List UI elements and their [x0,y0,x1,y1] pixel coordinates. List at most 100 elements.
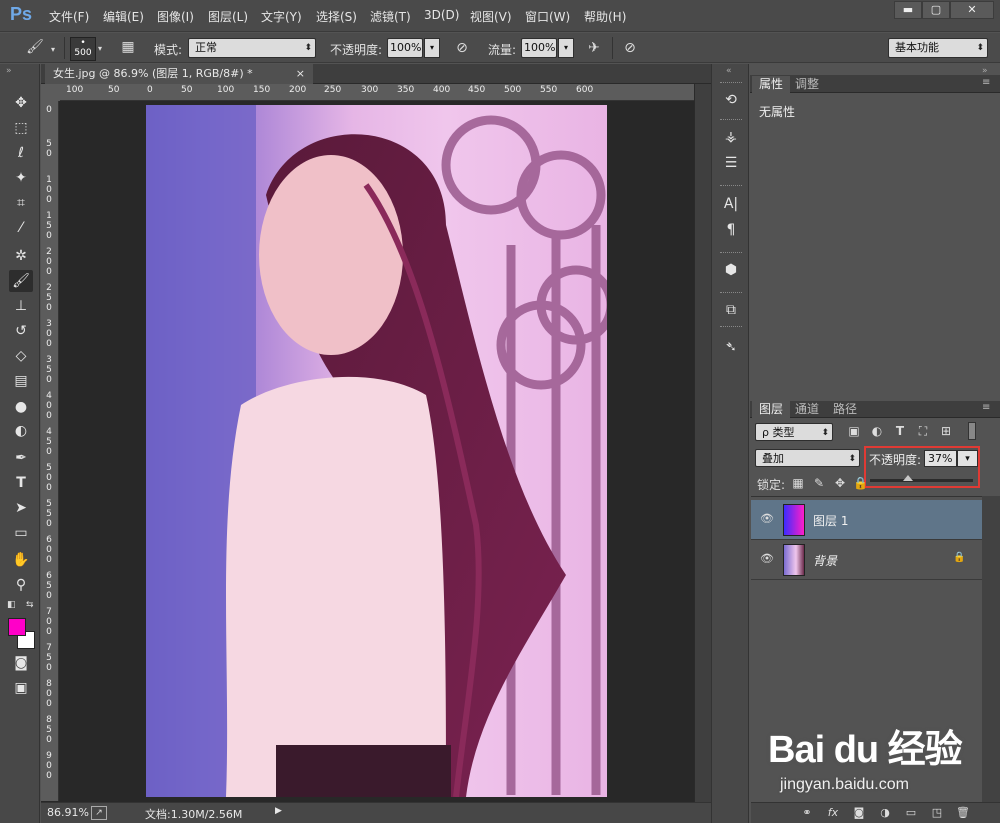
brush-panel-toggle-icon[interactable]: ▦ [118,37,138,57]
tab-layers[interactable]: 图层 [752,401,791,418]
slider-thumb[interactable] [903,475,914,481]
pressure-opacity-icon[interactable]: ⊘ [452,38,472,58]
opacity-dropdown-button[interactable]: ▾ [424,38,440,58]
brush-tool-icon[interactable]: 🖌 [9,270,33,292]
menu-file[interactable]: 文件(F) [49,8,89,25]
layer-row[interactable]: 👁 图层 1 [751,500,982,540]
brush-size-arrow-icon[interactable]: ▾ [98,44,102,53]
gradient-icon[interactable]: ▤ [9,370,33,392]
magic-wand-icon[interactable]: ✦ [9,167,33,189]
close-tab-button[interactable]: × [296,64,305,84]
flow-input[interactable]: 100% [521,38,557,58]
pen-tool-icon[interactable]: ✒ [9,447,33,469]
layer-opacity-slider[interactable] [870,479,973,482]
brush-size-picker[interactable]: • 500 [70,37,96,61]
lock-pixels-icon[interactable]: ✎ [812,476,826,490]
menu-filter[interactable]: 滤镜(T) [370,8,411,25]
menu-type[interactable]: 文字(Y) [261,8,302,25]
new-group-icon[interactable]: ▭ [903,806,919,820]
filter-adjustment-icon[interactable]: ◐ [869,423,885,439]
canvas-photo[interactable] [146,105,607,797]
panel-menu-icon[interactable]: ≡ [982,77,990,88]
marquee-tool-icon[interactable]: ⬚ [9,117,33,139]
opacity-input[interactable]: 100% [387,38,423,58]
history-brush-icon[interactable]: ↺ [9,320,33,342]
lock-transparent-icon[interactable]: ▦ [791,476,805,490]
filter-smart-object-icon[interactable]: ⊞ [938,423,954,439]
tab-channels[interactable]: 通道 [788,401,826,418]
brush-preset-arrow-icon[interactable]: ▾ [51,45,55,54]
rectangle-tool-icon[interactable]: ▭ [9,522,33,544]
panel-menu-icon[interactable]: ≡ [982,402,990,413]
close-window-button[interactable]: ✕ [950,1,994,19]
tab-adjustments[interactable]: 调整 [788,76,826,93]
menu-view[interactable]: 视图(V) [470,8,512,25]
layer-opacity-input[interactable]: 37% [924,450,957,467]
tab-paths[interactable]: 路径 [826,401,864,418]
quick-mask-icon[interactable]: ◙ [9,652,33,674]
menu-image[interactable]: 图像(I) [157,8,194,25]
crop-tool-icon[interactable]: ⌗ [9,192,33,214]
blur-icon[interactable]: ● [9,396,33,418]
menu-layer[interactable]: 图层(L) [208,8,248,25]
layer-name[interactable]: 背景 [813,552,837,569]
type-tool-icon[interactable]: T [9,472,33,494]
eyedropper-icon[interactable]: ⁄ [9,217,33,239]
collapse-icon[interactable]: » [6,66,12,76]
new-adjustment-icon[interactable]: ◑ [877,806,893,820]
layer-opacity-dropdown-button[interactable]: ▾ [957,450,978,467]
link-layers-icon[interactable]: ⚭ [799,806,815,820]
workspace-select[interactable]: 基本功能 ⬍ [888,38,988,58]
share-icon[interactable]: ↗ [91,806,107,820]
add-mask-icon[interactable]: ◙ [851,806,867,820]
filter-type-icon[interactable]: T [892,423,908,439]
flow-dropdown-button[interactable]: ▾ [558,38,574,58]
document-tab[interactable]: 女生.jpg @ 86.9% (图层 1, RGB/8#) * × [45,64,313,84]
character-icon[interactable]: A| [719,193,743,215]
canvas-scrollbar[interactable] [694,84,711,802]
path-select-icon[interactable]: ➤ [9,497,33,519]
collapse-icon[interactable]: « [726,66,732,76]
filter-shape-icon[interactable]: ⛶ [915,423,931,439]
brush-presets-icon[interactable]: ⚶ [719,126,743,148]
layer-filter-select[interactable]: ρ 类型 ⬍ [755,423,833,441]
hand-tool-icon[interactable]: ✋ [9,549,33,571]
dodge-icon[interactable]: ◐ [9,420,33,442]
paragraph-icon[interactable]: ¶ [719,219,743,241]
mode-select[interactable]: 正常 ⬍ [188,38,316,58]
ruler-origin[interactable] [41,84,60,101]
lock-position-icon[interactable]: ✥ [833,476,847,490]
move-tool-icon[interactable]: ✥ [9,92,33,114]
menu-help[interactable]: 帮助(H) [584,8,626,25]
fx-icon[interactable]: fx [825,806,841,820]
brush-settings-icon[interactable]: ☰ [719,152,743,174]
brush-preset-icon[interactable]: 🖌 [25,37,45,57]
3d-icon[interactable]: ⬢ [719,259,743,281]
eye-icon[interactable]: 👁 [760,512,774,526]
layers-scrollbar[interactable] [982,496,1000,802]
new-layer-icon[interactable]: ◳ [929,806,945,820]
eraser-icon[interactable]: ◇ [9,345,33,367]
lock-all-icon[interactable]: 🔒 [853,476,868,490]
history-icon[interactable]: ⟲ [719,89,743,111]
lasso-tool-icon[interactable]: ℓ [9,142,33,164]
foreground-color-swatch[interactable] [8,618,26,636]
default-colors-icon[interactable]: ◧ [7,600,16,610]
minimize-button[interactable]: ▬ [894,1,922,19]
filter-toggle[interactable] [968,422,976,440]
tab-properties[interactable]: 属性 [752,76,791,93]
zoom-level[interactable]: 86.91% [47,806,89,819]
layer-comps-icon[interactable]: ⧉ [719,299,743,321]
eye-icon[interactable]: 👁 [760,552,774,566]
menu-window[interactable]: 窗口(W) [525,8,570,25]
menu-select[interactable]: 选择(S) [316,8,357,25]
zoom-tool-icon[interactable]: ⚲ [9,574,33,596]
healing-brush-icon[interactable]: ✲ [9,245,33,267]
swap-colors-icon[interactable]: ⇆ [26,600,34,610]
tool-presets-icon[interactable]: ➴ [719,336,743,358]
pressure-size-icon[interactable]: ⊘ [620,38,640,58]
filter-pixel-icon[interactable]: ▣ [846,423,862,439]
layer-row[interactable]: 👁 背景 🔒 [751,540,982,580]
maximize-button[interactable]: ▢ [922,1,950,19]
airbrush-icon[interactable]: ✈ [584,38,604,58]
